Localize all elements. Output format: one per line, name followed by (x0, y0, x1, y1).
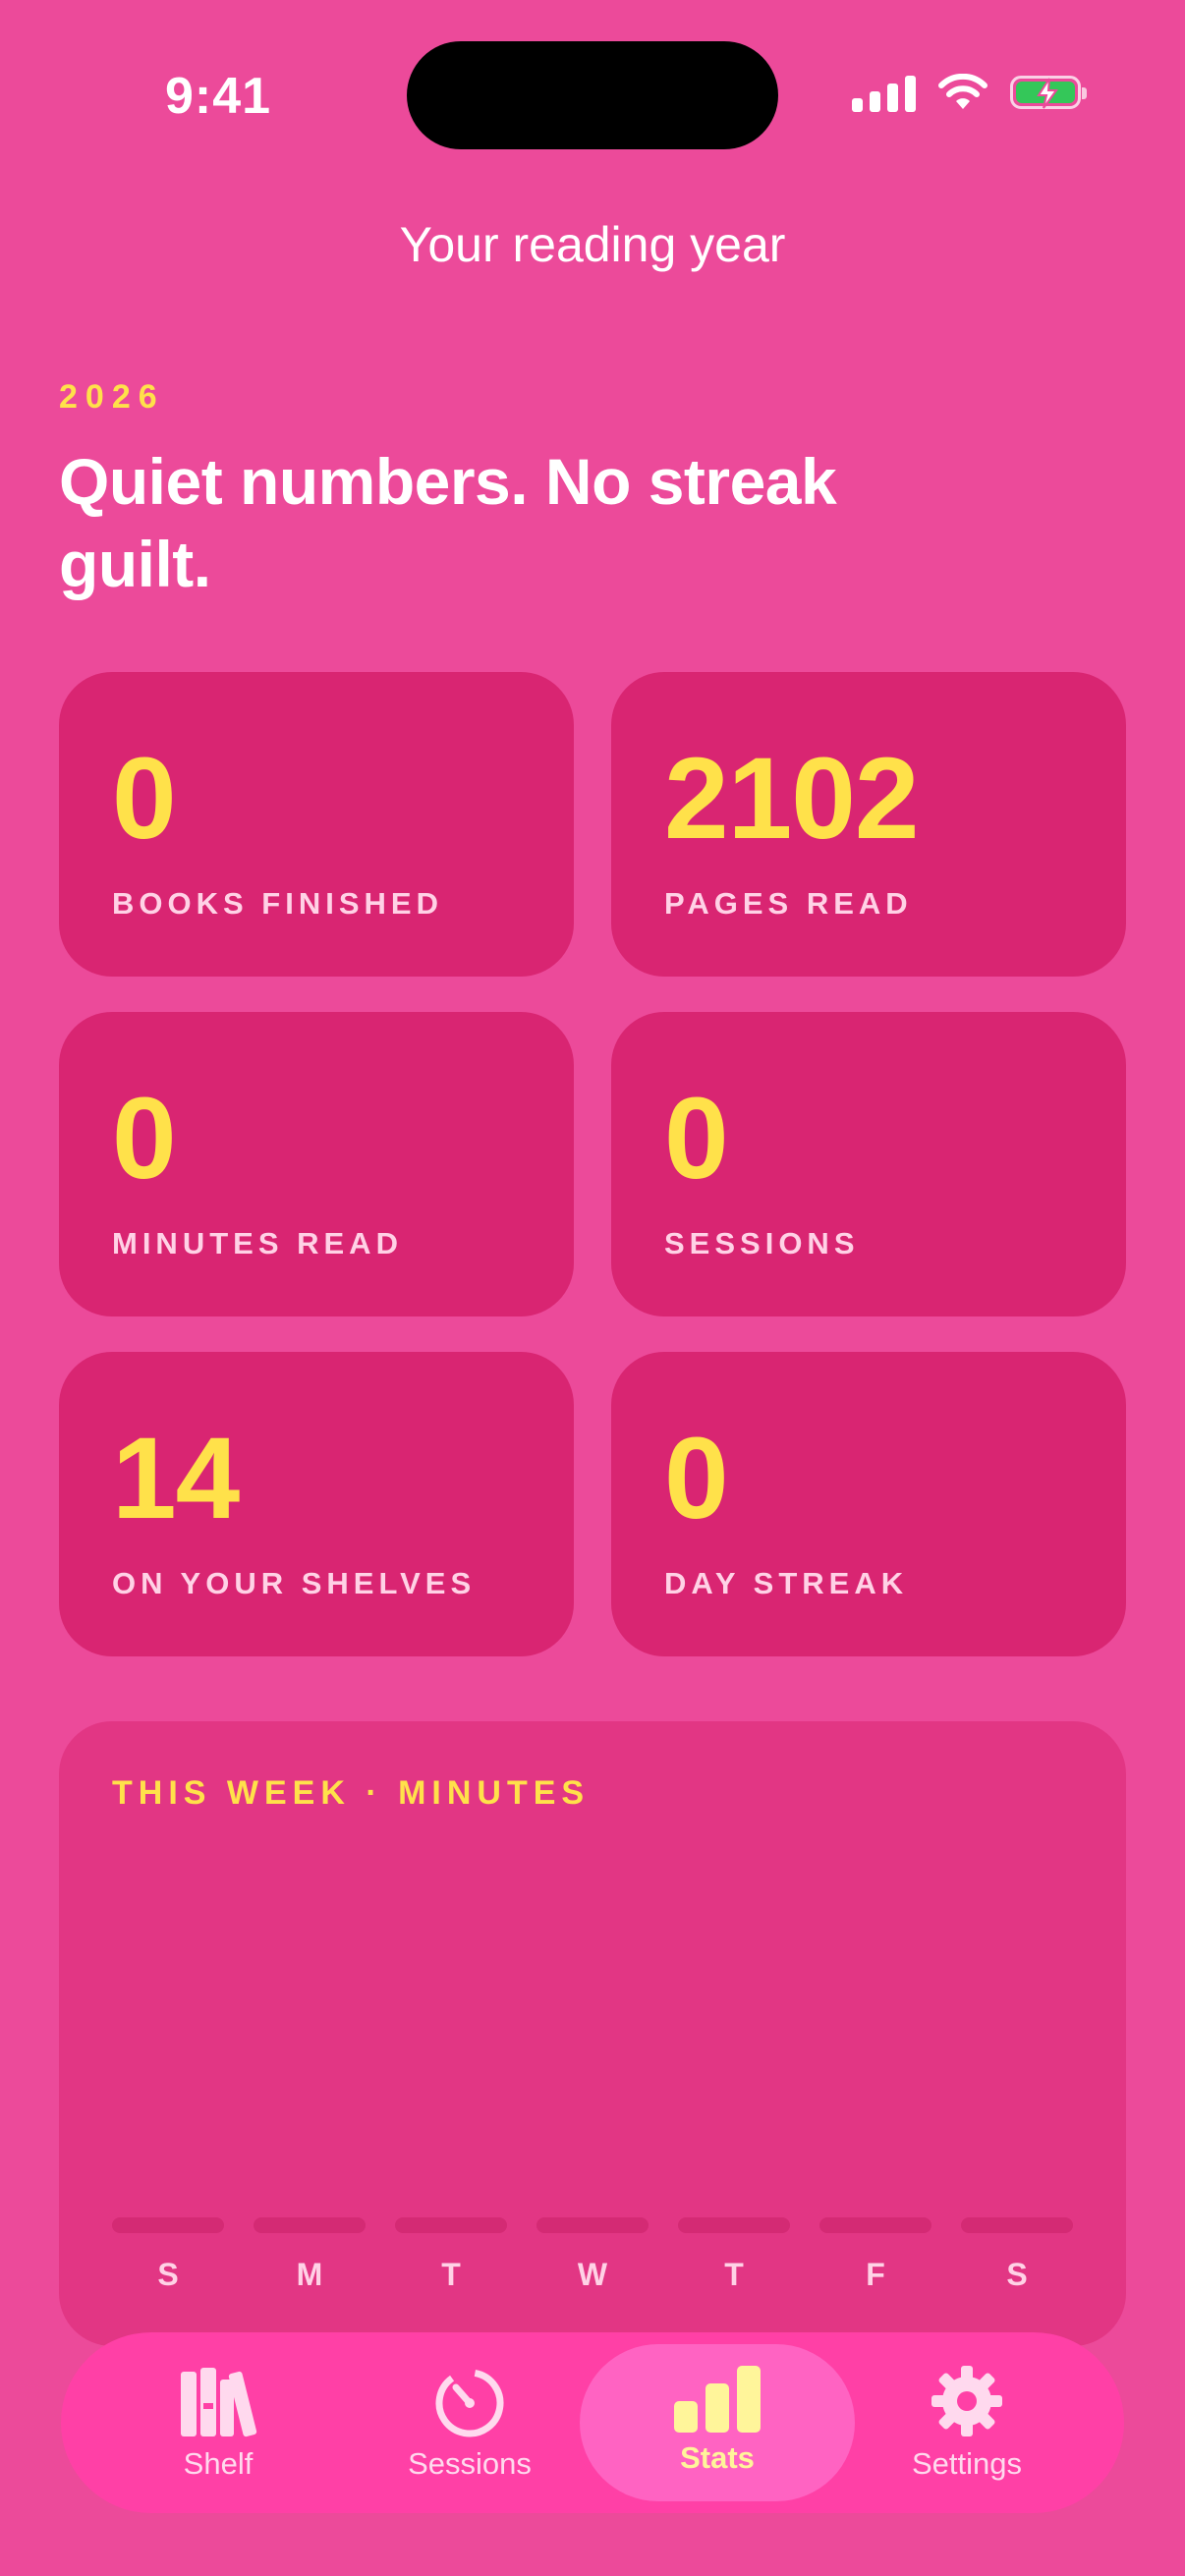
stat-label: DAY STREAK (664, 1566, 909, 1600)
bar-chart-icon (674, 2366, 761, 2433)
battery-icon (1010, 76, 1087, 109)
stat-card-pages-read: 2102 PAGES READ (611, 672, 1126, 977)
day-label: T (441, 2257, 461, 2292)
year-label: 2026 (59, 378, 165, 416)
stat-label: ON YOUR SHELVES (112, 1566, 477, 1600)
wifi-icon (938, 74, 988, 109)
stat-label: MINUTES READ (112, 1226, 403, 1260)
cellular-signal-icon (852, 73, 916, 112)
chart-bar (536, 2217, 649, 2233)
stat-card-books-finished: 0 BOOKS FINISHED (59, 672, 574, 977)
stat-label: BOOKS FINISHED (112, 886, 443, 921)
day-label: M (296, 2257, 323, 2292)
timer-icon (435, 2369, 504, 2437)
books-icon (181, 2368, 257, 2437)
chart-bar (112, 2217, 224, 2233)
tab-stats[interactable]: Stats (580, 2344, 855, 2501)
tab-label: Stats (680, 2440, 755, 2475)
stat-card-day-streak: 0 DAY STREAK (611, 1352, 1126, 1656)
day-label: W (577, 2257, 608, 2292)
tab-label: Sessions (408, 2446, 532, 2481)
status-icons (852, 73, 1087, 112)
chart-bar (678, 2217, 790, 2233)
chart-bar (819, 2217, 931, 2233)
stat-value: 2102 (664, 734, 920, 864)
chart-bar (254, 2217, 366, 2233)
stat-value: 0 (112, 1074, 177, 1204)
gear-icon (931, 2366, 1002, 2436)
stat-card-minutes-read: 0 MINUTES READ (59, 1012, 574, 1316)
stat-value: 0 (664, 1414, 729, 1543)
stat-card-sessions: 0 SESSIONS (611, 1012, 1126, 1316)
day-label: F (866, 2257, 885, 2292)
stat-label: PAGES READ (664, 886, 913, 921)
day-label: S (1006, 2257, 1028, 2292)
day-label: T (724, 2257, 744, 2292)
tab-sessions[interactable]: Sessions (332, 2344, 607, 2501)
stat-card-on-your-shelves: 14 ON YOUR SHELVES (59, 1352, 574, 1656)
tab-bar: Shelf Sessions Stats Settings (61, 2332, 1124, 2513)
tab-settings[interactable]: Settings (829, 2344, 1104, 2501)
tab-label: Shelf (183, 2446, 254, 2481)
stat-value: 0 (112, 734, 177, 864)
day-label: S (157, 2257, 179, 2292)
stat-label: SESSIONS (664, 1226, 860, 1260)
chart-title: THIS WEEK · MINUTES (112, 1774, 591, 1812)
stat-value: 0 (664, 1074, 729, 1204)
tab-shelf[interactable]: Shelf (81, 2344, 356, 2501)
dynamic-island (407, 41, 778, 149)
chart-bar (395, 2217, 507, 2233)
status-time: 9:41 (165, 68, 272, 125)
stat-value: 14 (112, 1414, 240, 1543)
page-title: Your reading year (399, 217, 786, 272)
weekly-minutes-chart: THIS WEEK · MINUTES S M T W T F S (59, 1721, 1126, 2346)
headline: Quiet numbers. No streak guilt. (59, 445, 837, 600)
tab-label: Settings (911, 2446, 1022, 2481)
chart-bar (961, 2217, 1073, 2233)
